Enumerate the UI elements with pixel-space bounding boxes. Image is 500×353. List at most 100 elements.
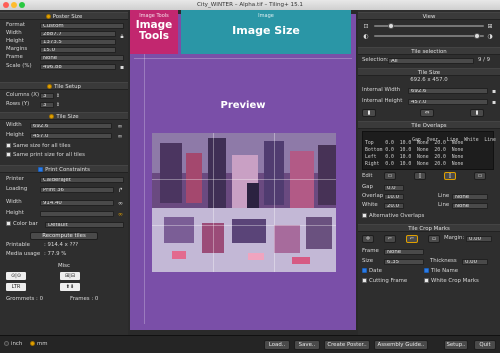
gap-field[interactable]: 0.0 bbox=[384, 185, 404, 191]
overlaps-table[interactable]: Gap Over. Line White Line Top 0.0 10.0 N… bbox=[362, 131, 496, 170]
format-select[interactable]: Custom bbox=[40, 23, 124, 29]
table-row[interactable]: Bottom 0.0 10.0 None 20.0 None bbox=[365, 148, 463, 153]
print-height-field[interactable] bbox=[40, 211, 114, 217]
same-size-checkbox[interactable]: Same size for all tiles bbox=[6, 143, 71, 150]
save-button[interactable]: Save.. bbox=[294, 340, 320, 350]
text-icon[interactable]: LTR bbox=[6, 283, 26, 291]
table-row[interactable]: Right 0.0 10.0 None 20.0 None bbox=[365, 162, 463, 167]
crop-mark-style-2[interactable]: ⌐ bbox=[384, 235, 396, 243]
edit-bottom-button[interactable]: ▭ bbox=[474, 172, 486, 180]
unit-mm-radio[interactable]: mm bbox=[30, 341, 48, 348]
tile-name-checkbox[interactable]: Tile Name bbox=[424, 268, 458, 275]
color-bar-select[interactable]: Default bbox=[45, 222, 124, 228]
table-row[interactable]: Left 0.0 10.0 None 20.0 None bbox=[365, 155, 463, 160]
frame-select[interactable]: None bbox=[40, 55, 124, 61]
edit-left-button[interactable]: ▯ bbox=[414, 172, 426, 180]
zoom-icon[interactable]: ⊞ bbox=[486, 22, 494, 30]
lock-icon[interactable]: ▪ bbox=[490, 98, 498, 106]
thickness-field[interactable]: 0.00 bbox=[462, 259, 488, 265]
arrows-icon[interactable]: ⬆⬇ bbox=[60, 283, 80, 291]
lock-icon[interactable]: ▪ bbox=[490, 87, 498, 95]
slider-knob[interactable] bbox=[388, 23, 394, 29]
crop-frame-select[interactable]: None bbox=[384, 249, 424, 255]
white-field[interactable]: 20.0 bbox=[384, 203, 404, 209]
rows-stepper[interactable]: ⇕ bbox=[55, 101, 61, 109]
date-checkbox[interactable]: Date bbox=[362, 268, 382, 275]
tile-overlaps-header: Tile Overlaps bbox=[358, 121, 500, 129]
setup-button[interactable]: Setup.. bbox=[444, 340, 468, 350]
view-slider-2[interactable] bbox=[374, 35, 484, 37]
edit-right-button[interactable]: ▯ bbox=[444, 172, 456, 180]
link-icon[interactable]: ∞ bbox=[116, 210, 125, 218]
selection-select[interactable]: All bbox=[388, 58, 474, 64]
link-icon[interactable]: ∞ bbox=[115, 122, 125, 130]
recompute-tiles-button[interactable]: Recompute tiles bbox=[30, 232, 98, 240]
loading-select[interactable]: Print 36 bbox=[40, 187, 114, 193]
margins-field[interactable]: 15.0 bbox=[40, 47, 116, 53]
crop-mark-style-4[interactable]: ▫ bbox=[428, 235, 440, 243]
unit-inch-radio[interactable]: inch bbox=[4, 341, 22, 348]
line-label: Line bbox=[438, 193, 450, 199]
poster-height-field[interactable]: 1373.5 bbox=[40, 39, 116, 45]
scale-field[interactable]: 496.88 bbox=[40, 64, 116, 70]
assembly-guide-button[interactable]: Assembly Guide.. bbox=[374, 340, 428, 350]
brightness-icon[interactable]: ◐ bbox=[362, 32, 370, 40]
frames-label: Frames : 0 bbox=[70, 296, 99, 302]
crop-mark-style-1[interactable]: ✛ bbox=[362, 235, 374, 243]
fit-icon[interactable]: ⊡ bbox=[362, 22, 370, 30]
center-button[interactable]: ⇔ bbox=[420, 109, 434, 117]
zoom-window-button[interactable] bbox=[19, 2, 25, 8]
internal-height-field[interactable]: 457.0 bbox=[408, 99, 488, 105]
columns-field[interactable]: 3 bbox=[40, 93, 54, 99]
tile-width-field[interactable]: 692.6 bbox=[30, 123, 112, 129]
align-button[interactable]: ▮ bbox=[362, 109, 376, 117]
tile-height-field[interactable]: 457.0 bbox=[30, 133, 112, 139]
checkbox-icon bbox=[424, 268, 429, 273]
print-constraints-header[interactable]: Print Constraints bbox=[0, 165, 128, 173]
slider-knob[interactable] bbox=[474, 33, 480, 39]
link-icon[interactable]: ∞ bbox=[115, 132, 125, 140]
scale-lock-icon[interactable]: ▪ bbox=[118, 63, 126, 71]
edit-top-button[interactable]: ▭ bbox=[384, 172, 396, 180]
cutting-frame-checkbox[interactable]: Cutting Frame bbox=[362, 278, 407, 285]
close-window-button[interactable] bbox=[3, 2, 9, 8]
internal-width-label: Internal Width bbox=[362, 87, 401, 93]
crop-mark-style-3[interactable]: ⌐ bbox=[406, 235, 418, 243]
printer-select[interactable]: CalderaJet bbox=[40, 177, 124, 183]
same-print-checkbox[interactable]: Same print size for all tiles bbox=[6, 152, 85, 159]
margin-field[interactable]: 0.00 bbox=[466, 236, 492, 242]
white-crop-marks-checkbox[interactable]: White Crop Marks bbox=[424, 278, 479, 285]
table-row[interactable]: Top 0.0 10.0 None 20.0 None bbox=[365, 141, 463, 146]
tile-size-dot-icon bbox=[49, 114, 55, 119]
overlap-label: Overlap bbox=[362, 193, 384, 199]
line2-label: Line bbox=[438, 202, 450, 208]
overlap-field[interactable]: 10.0 bbox=[384, 194, 404, 200]
alternative-overlaps-checkbox[interactable]: Alternative Overlaps bbox=[362, 213, 424, 220]
create-poster-button[interactable]: Create Poster.. bbox=[324, 340, 370, 350]
poster-width-field[interactable]: 2887.7 bbox=[40, 31, 116, 37]
frame-icon[interactable]: ⊞|⊟ bbox=[60, 272, 80, 280]
checkbox-icon bbox=[362, 278, 367, 283]
quit-button[interactable]: Quit bbox=[474, 340, 496, 350]
link-icon[interactable]: ∞ bbox=[116, 199, 125, 207]
share-icon[interactable]: ↱ bbox=[116, 186, 125, 194]
line-select[interactable]: None bbox=[452, 194, 488, 200]
color-bar-checkbox[interactable]: Color bar bbox=[6, 221, 38, 228]
contrast-icon[interactable]: ◑ bbox=[486, 32, 494, 40]
print-width-field[interactable]: 914.40 bbox=[40, 200, 114, 206]
minimize-window-button[interactable] bbox=[11, 2, 17, 8]
margin-label: Margin: bbox=[444, 235, 465, 241]
grommet-icon[interactable]: ⊙|⊙ bbox=[6, 272, 26, 280]
ruler-top bbox=[134, 58, 352, 59]
align-right-button[interactable]: ▮ bbox=[470, 109, 484, 117]
line2-select[interactable]: None bbox=[452, 203, 488, 209]
size-field[interactable]: 6.35 bbox=[384, 259, 424, 265]
lock-icon[interactable]: 🔒︎ bbox=[118, 28, 126, 45]
load-button[interactable]: Load.. bbox=[264, 340, 290, 350]
internal-width-field[interactable]: 692.6 bbox=[408, 88, 488, 94]
frames-value: 0 bbox=[94, 296, 99, 302]
tile-size-header-right: Tile Size bbox=[358, 68, 500, 76]
print-constraints-checkbox-icon[interactable] bbox=[38, 167, 44, 172]
columns-stepper[interactable]: ⇕ bbox=[55, 92, 61, 100]
rows-field[interactable]: 3 bbox=[40, 102, 54, 108]
